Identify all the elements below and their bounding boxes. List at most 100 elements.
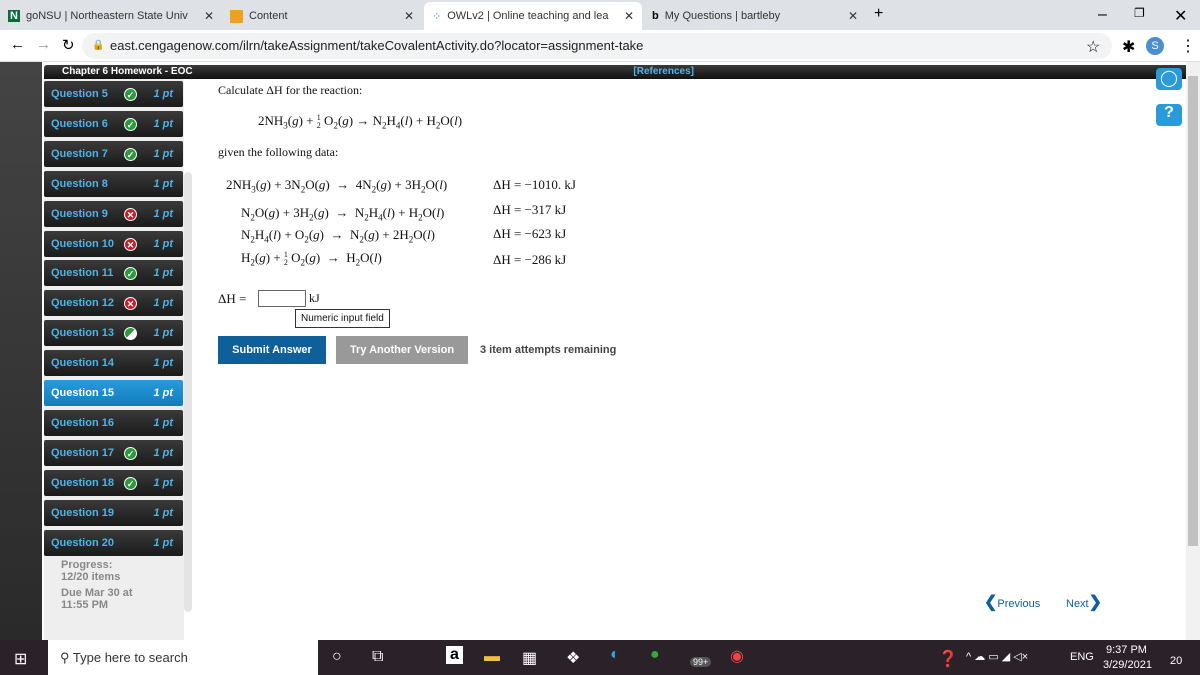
chat-icon[interactable]: ◯ <box>1156 68 1182 90</box>
sidebar-question-item[interactable]: Question 11 1 pt ✓ <box>44 260 183 287</box>
page: Chapter 6 Homework - EOC [References] Pro… <box>0 62 1200 640</box>
question-label: Question 13 <box>51 327 114 340</box>
submit-answer-button[interactable]: Submit Answer <box>218 336 326 364</box>
x-icon: ✕ <box>124 237 137 251</box>
sidebar-question-item[interactable]: Question 16 1 pt <box>44 409 183 436</box>
clock-date[interactable]: 3/29/2021 <box>1103 659 1152 671</box>
question-label: Question 10 <box>51 237 114 250</box>
menu-icon[interactable]: ⋮ <box>1180 36 1196 56</box>
tab-bartleby[interactable]: b My Questions | bartleby ✕ <box>644 2 866 30</box>
sidebar-question-item[interactable]: Question 15 1 pt <box>44 380 183 406</box>
edge-icon[interactable]: ◐ <box>610 646 620 664</box>
dropbox-icon[interactable]: ❖ <box>566 648 580 668</box>
sidebar-question-item[interactable]: Question 5 1 pt ✓ <box>44 81 183 107</box>
help-icon[interactable]: ? <box>1156 104 1182 126</box>
sidebar-question-item[interactable]: Question 7 1 pt ✓ <box>44 140 183 167</box>
close-icon[interactable]: ✕ <box>404 9 414 23</box>
answer-label: ΔH = <box>218 291 247 306</box>
sidebar-question-item[interactable]: Question 10 1 pt ✕ <box>44 230 183 257</box>
taskbar-search[interactable]: ⚲ Type here to search <box>48 640 318 675</box>
check-icon: ✓ <box>124 117 137 131</box>
previous-button[interactable]: ❮Previous <box>984 592 1040 612</box>
dh-3: ΔH = −623 kJ <box>493 226 567 241</box>
try-another-version-button[interactable]: Try Another Version <box>336 336 468 364</box>
question-label: Question 18 <box>51 476 114 489</box>
address-bar-row: ← → ↻ 🔒 east.cengagenow.com/ilrn/takeAssi… <box>0 30 1200 62</box>
extension-icon[interactable]: ✱ <box>1122 37 1135 57</box>
assignment-header: Chapter 6 Homework - EOC [References] <box>44 65 1190 79</box>
references-link[interactable]: [References] <box>633 65 694 79</box>
tray-icons[interactable]: ^ ☁ ▭ ◢ ◁× <box>966 650 1028 663</box>
question-points: 1 pt <box>153 267 173 280</box>
progress-label: Progress: <box>61 559 113 571</box>
bartleby-icon: b <box>652 10 659 22</box>
next-button[interactable]: Next❯ <box>1066 592 1102 612</box>
restore-button[interactable]: ❐ <box>1134 6 1145 20</box>
close-icon[interactable]: ✕ <box>848 9 858 23</box>
reload-icon[interactable]: ↻ <box>62 36 75 54</box>
check-icon: ✓ <box>124 446 137 460</box>
chrome-icon[interactable]: ◉ <box>730 646 744 666</box>
tab-gonsu[interactable]: NgoNSU | Northeastern State Univ ✕ <box>0 2 222 30</box>
question-label: Question 15 <box>51 387 114 399</box>
given-label: given the following data: <box>218 145 339 159</box>
sidebar-scrollbar[interactable] <box>184 172 192 612</box>
question-points: 1 pt <box>153 147 173 160</box>
tab-owlv2[interactable]: ⁘ OWLv2 | Online teaching and lea ✕ <box>424 2 642 30</box>
close-window-button[interactable]: ✕ <box>1174 6 1187 26</box>
question-points: 1 pt <box>153 536 173 549</box>
attempts-remaining: 3 item attempts remaining <box>480 344 617 356</box>
sidebar-question-item[interactable]: Question 6 1 pt ✓ <box>44 110 183 137</box>
star-icon[interactable]: ☆ <box>1086 37 1100 57</box>
prompt: Calculate ΔH for the reaction: <box>218 83 363 97</box>
new-tab-button[interactable]: + <box>874 5 883 23</box>
due-time: 11:55 PM <box>61 599 109 611</box>
pencil-icon <box>230 9 243 23</box>
question-label: Question 16 <box>51 416 114 429</box>
question-label: Question 17 <box>51 446 114 459</box>
check-icon: ✓ <box>124 147 137 161</box>
cortana-icon[interactable]: ○ <box>332 648 342 666</box>
forward-icon[interactable]: → <box>36 36 51 53</box>
whatsapp-icon[interactable]: ● <box>650 646 660 664</box>
minimize-button[interactable]: – <box>1098 6 1107 24</box>
sidebar-question-item[interactable]: Question 14 1 pt <box>44 350 183 377</box>
tab-content[interactable]: Content ✕ <box>222 2 422 30</box>
close-icon[interactable]: ✕ <box>624 9 634 23</box>
sidebar-question-item[interactable]: Question 19 1 pt <box>44 499 183 526</box>
sidebar-question-item[interactable]: Question 13 1 pt <box>44 320 183 347</box>
question-label: Question 8 <box>51 177 108 190</box>
amazon-icon[interactable]: a <box>446 646 463 664</box>
notification-icon[interactable]: 20 <box>1170 655 1182 667</box>
question-points: 1 pt <box>153 117 173 130</box>
language-indicator[interactable]: ENG <box>1070 651 1094 663</box>
windows-start-icon[interactable]: ⊞ <box>14 649 27 669</box>
task-view-icon[interactable]: ⧉ <box>372 648 383 666</box>
profile-avatar[interactable]: S <box>1146 37 1164 55</box>
question-label: Question 11 <box>51 267 114 280</box>
question-points: 1 pt <box>153 387 173 399</box>
question-points: 1 pt <box>153 327 173 340</box>
close-icon[interactable]: ✕ <box>204 9 214 23</box>
page-scrollbar[interactable] <box>1186 62 1200 640</box>
clock-time[interactable]: 9:37 PM <box>1106 644 1147 656</box>
sidebar-question-item[interactable]: Question 8 1 pt <box>44 170 183 197</box>
file-explorer-icon[interactable]: ▬ <box>484 648 500 666</box>
sidebar-question-item[interactable]: Question 18 1 pt ✓ <box>44 469 183 496</box>
store-icon[interactable]: ▦ <box>522 648 537 668</box>
sidebar-question-item[interactable]: Question 12 1 pt ✕ <box>44 290 183 317</box>
tray-help-icon[interactable]: ❓ <box>938 649 958 669</box>
check-icon: ✓ <box>124 267 137 281</box>
tab-bar: NgoNSU | Northeastern State Univ ✕ Conten… <box>0 0 1200 30</box>
sidebar-question-item[interactable]: Question 9 1 pt ✕ <box>44 200 183 227</box>
sidebar-question-item[interactable]: Question 17 1 pt ✓ <box>44 439 183 466</box>
url-input[interactable]: 🔒 east.cengagenow.com/ilrn/takeAssignment… <box>82 33 1112 59</box>
back-icon[interactable]: ← <box>10 36 25 53</box>
question-points: 1 pt <box>153 177 173 190</box>
question-points: 1 pt <box>153 416 173 429</box>
answer-input[interactable] <box>258 290 306 307</box>
question-label: Question 12 <box>51 297 114 310</box>
sidebar-question-item[interactable]: Question 20 1 pt <box>44 529 183 556</box>
question-points: 1 pt <box>153 357 173 370</box>
left-strip <box>0 62 42 640</box>
